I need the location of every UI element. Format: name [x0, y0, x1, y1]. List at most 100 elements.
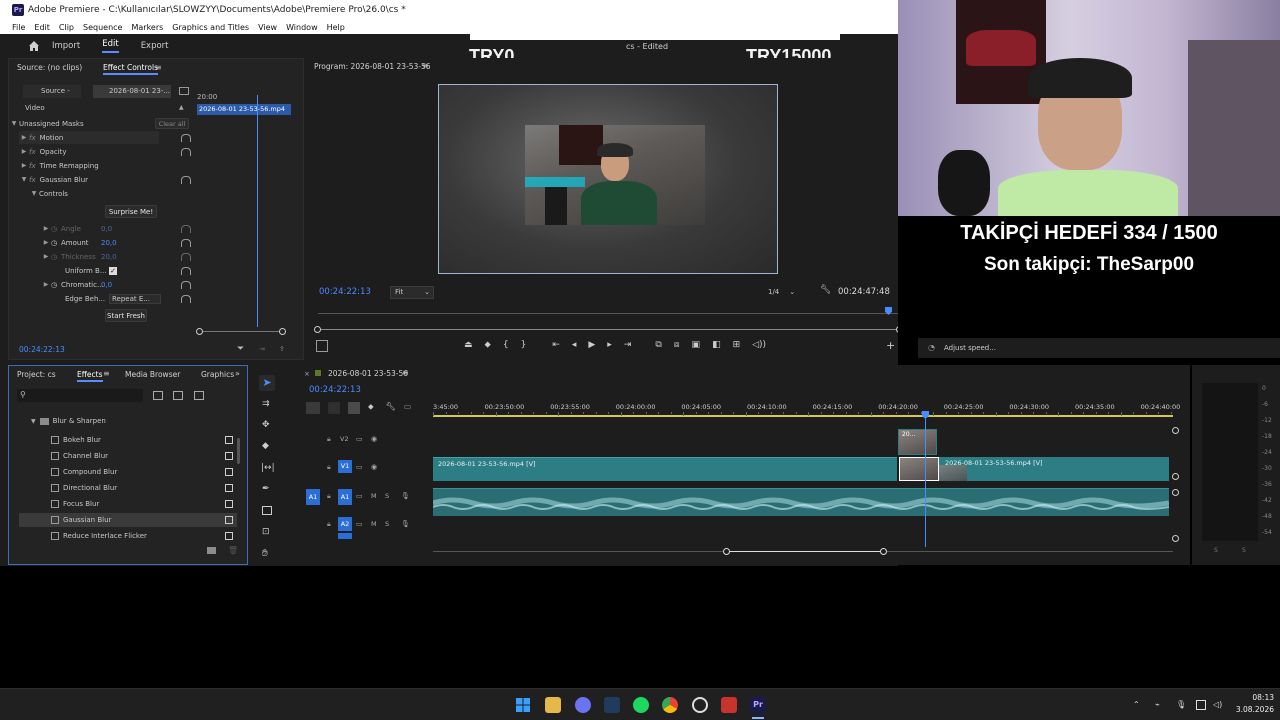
source-dropdown[interactable]: Source -	[23, 85, 81, 98]
microphone-tray-icon[interactable]: 🎙︎	[1176, 700, 1186, 710]
step-forward-icon[interactable]: ▸	[607, 340, 612, 350]
home-icon[interactable]	[28, 40, 40, 52]
program-zoom-handle-left[interactable]	[314, 326, 321, 333]
ec-zoom-bar[interactable]	[199, 331, 285, 332]
rectangle-tool-icon[interactable]	[262, 506, 272, 515]
tab-project[interactable]: Project: cs	[17, 370, 56, 379]
filter-icon[interactable]: ⏷	[237, 344, 244, 354]
work-area-bar[interactable]	[433, 415, 1173, 417]
camera-icon[interactable]: ▣	[692, 340, 701, 350]
display-icon[interactable]	[1196, 700, 1206, 710]
spotify-icon[interactable]	[633, 697, 649, 713]
param-thickness[interactable]: ▶ ◷ Thickness 20,0	[41, 250, 231, 263]
volume-icon[interactable]: ◁))	[752, 340, 766, 350]
proxy-icon[interactable]: ⊞	[733, 340, 741, 350]
param-chromatic-value[interactable]: 0,0	[101, 281, 112, 289]
param-amount[interactable]: ▶ ◷ Amount 20,0	[41, 236, 231, 249]
panel-menu-icon[interactable]: ≡	[422, 61, 429, 70]
track-a1[interactable]: A1	[338, 489, 352, 505]
resolution-dropdown[interactable]: 1/4 ⌄	[768, 286, 810, 299]
mini-clip-bar[interactable]: 2026-08-01 23-53-56.mp4	[197, 104, 291, 115]
param-angle[interactable]: ▶ ◷ Angle 0,0	[41, 222, 231, 235]
lock-icon[interactable]: 🔒︎	[327, 435, 331, 444]
mic-icon[interactable]: 🎙︎	[401, 520, 410, 528]
wrench-icon[interactable]: 🔧︎	[820, 285, 831, 295]
file-explorer-icon[interactable]	[545, 697, 561, 713]
sync-icon[interactable]: ▭	[356, 463, 363, 471]
effect-list-item[interactable]: Focus Blur	[19, 497, 237, 511]
effect-list-item[interactable]: Compound Blur	[19, 465, 237, 479]
chrome-icon[interactable]	[662, 697, 678, 713]
controls-row[interactable]: ▼ Controls	[29, 187, 219, 200]
program-timecode[interactable]: 00:24:22:13	[319, 287, 371, 297]
adjust-speed-label[interactable]: Adjust speed...	[944, 344, 996, 352]
timeline-ruler[interactable]: 3:45:00 00:23:50:00 00:23:55:00 00:24:00:00…	[433, 399, 1180, 421]
track-v2[interactable]: V2	[340, 435, 349, 443]
menu-help[interactable]: Help	[327, 23, 345, 32]
yuv-effects-icon[interactable]	[194, 391, 204, 400]
reset-icon[interactable]	[181, 239, 191, 247]
meter-solo-left[interactable]: S	[1214, 547, 1218, 554]
steam-icon[interactable]	[604, 697, 620, 713]
mute-button[interactable]: M	[371, 520, 377, 528]
param-uniform[interactable]: Uniform B... ✓	[65, 264, 255, 277]
ec-zoom-handle-left[interactable]	[196, 328, 203, 335]
mark-out-icon[interactable]: }	[521, 340, 527, 350]
reset-icon[interactable]	[181, 134, 191, 142]
effect-list-item[interactable]: Gaussian Blur	[19, 513, 237, 527]
effect-list-item[interactable]: Directional Blur	[19, 481, 237, 495]
timeline-scroll-handle-left[interactable]	[723, 548, 730, 555]
clip-v2[interactable]: 20...	[898, 429, 937, 455]
param-chromatic[interactable]: ▶ ◷ Chromatic... 0,0	[41, 278, 231, 291]
clip-v1-b[interactable]: 2026-08-01 23-53-56.mp4 [V]	[897, 457, 1169, 481]
32bit-effects-icon[interactable]	[173, 391, 183, 400]
effect-list-item[interactable]: Channel Blur	[19, 449, 237, 463]
lift-icon[interactable]: ⏏	[464, 340, 473, 350]
export-frame-icon[interactable]: ⇪	[279, 345, 285, 353]
panel-toggle-icon[interactable]	[179, 87, 189, 95]
recorder-icon[interactable]	[721, 697, 737, 713]
accelerated-effects-icon[interactable]	[153, 391, 163, 400]
clip-a1[interactable]	[433, 488, 1169, 516]
edge-dropdown[interactable]: Repeat E...	[109, 293, 161, 304]
param-amount-value[interactable]: 20,0	[101, 239, 117, 247]
panel-menu-icon[interactable]: ≡	[402, 368, 409, 377]
close-tab-icon[interactable]: ×	[304, 370, 310, 378]
reset-icon[interactable]	[181, 225, 191, 233]
menu-clip[interactable]: Clip	[59, 23, 74, 32]
list-scrollbar[interactable]	[237, 438, 240, 464]
settings-gear-icon[interactable]	[692, 697, 708, 713]
source-patch-a1[interactable]: A1	[306, 489, 320, 505]
snap-icon[interactable]	[328, 402, 340, 414]
track-a2-area[interactable]	[433, 521, 1169, 541]
type-tool-icon[interactable]: ⊡	[262, 527, 270, 537]
nav-icon[interactable]: ⇥	[259, 345, 265, 353]
track-a2[interactable]: A2	[338, 517, 352, 531]
lock-icon[interactable]: 🔒︎	[327, 520, 331, 529]
tab-media-browser[interactable]: Media Browser	[125, 370, 180, 379]
more-tabs-icon[interactable]: »	[235, 369, 240, 378]
effect-time-remapping[interactable]: ▶ fx Time Remapping	[19, 159, 209, 172]
eye-icon[interactable]: ◉	[371, 463, 377, 471]
track-scroll-handle[interactable]	[1172, 473, 1179, 480]
wrench-icon[interactable]: 🔧︎	[386, 402, 396, 414]
go-to-in-icon[interactable]: ⇤	[552, 340, 560, 350]
timeline-playhead[interactable]	[925, 415, 926, 547]
reset-icon[interactable]	[181, 281, 191, 289]
start-fresh-button[interactable]: Start Fresh	[105, 309, 147, 322]
mic-icon[interactable]: 🎙︎	[401, 492, 410, 500]
mini-playhead[interactable]	[257, 95, 258, 327]
tab-effect-controls[interactable]: Effect Controls	[103, 63, 158, 75]
linked-selection-icon[interactable]	[348, 402, 360, 414]
lock-icon[interactable]: 🔒︎	[327, 492, 331, 501]
effect-list-item[interactable]: Reduce Interlace Flicker	[19, 529, 237, 543]
panel-menu-icon[interactable]: ≡	[103, 369, 110, 378]
effect-list-item[interactable]: Bokeh Blur	[19, 433, 237, 447]
collapse-arrow-icon[interactable]: ▲	[179, 104, 184, 111]
ripple-edit-tool-icon[interactable]: ✥	[262, 420, 270, 430]
program-video-frame[interactable]	[438, 84, 778, 274]
eye-icon[interactable]: ◉	[371, 435, 377, 443]
menu-sequence[interactable]: Sequence	[83, 23, 122, 32]
solo-button[interactable]: S	[385, 492, 389, 500]
clock-time[interactable]: 08:13	[1234, 693, 1274, 702]
